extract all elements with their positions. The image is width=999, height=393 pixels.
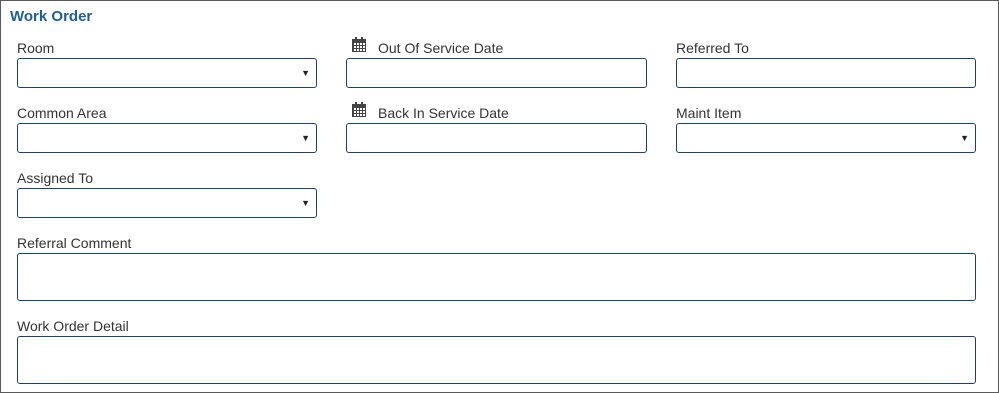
referred-to-label: Referred To bbox=[676, 40, 749, 56]
out-of-service-date-input[interactable] bbox=[346, 58, 647, 88]
assigned-to-label: Assigned To bbox=[17, 170, 94, 186]
assigned-to-select[interactable]: ▼ bbox=[17, 188, 317, 218]
referral-comment-textarea[interactable] bbox=[17, 253, 976, 301]
work-order-detail-textarea[interactable] bbox=[17, 336, 976, 384]
chevron-down-icon: ▼ bbox=[301, 68, 310, 78]
referral-comment-label: Referral Comment bbox=[17, 235, 132, 251]
calendar-icon[interactable] bbox=[351, 102, 367, 118]
back-in-service-date-label: Back In Service Date bbox=[378, 105, 509, 121]
back-in-service-date-input[interactable] bbox=[346, 123, 647, 153]
room-select[interactable]: ▼ bbox=[17, 58, 317, 88]
section-title: Work Order bbox=[10, 8, 93, 25]
common-area-select[interactable]: ▼ bbox=[17, 123, 317, 153]
common-area-label: Common Area bbox=[17, 105, 107, 121]
referred-to-input[interactable] bbox=[676, 58, 976, 88]
chevron-down-icon: ▼ bbox=[960, 133, 969, 143]
maint-item-label: Maint Item bbox=[676, 105, 742, 121]
out-of-service-date-label: Out Of Service Date bbox=[378, 40, 504, 56]
chevron-down-icon: ▼ bbox=[301, 133, 310, 143]
work-order-panel: Work Order Room ▼ Out Of Service Date Re… bbox=[0, 0, 999, 393]
calendar-icon[interactable] bbox=[351, 37, 367, 53]
maint-item-select[interactable]: ▼ bbox=[676, 123, 976, 153]
work-order-detail-label: Work Order Detail bbox=[17, 318, 129, 334]
chevron-down-icon: ▼ bbox=[301, 198, 310, 208]
room-label: Room bbox=[17, 40, 55, 56]
